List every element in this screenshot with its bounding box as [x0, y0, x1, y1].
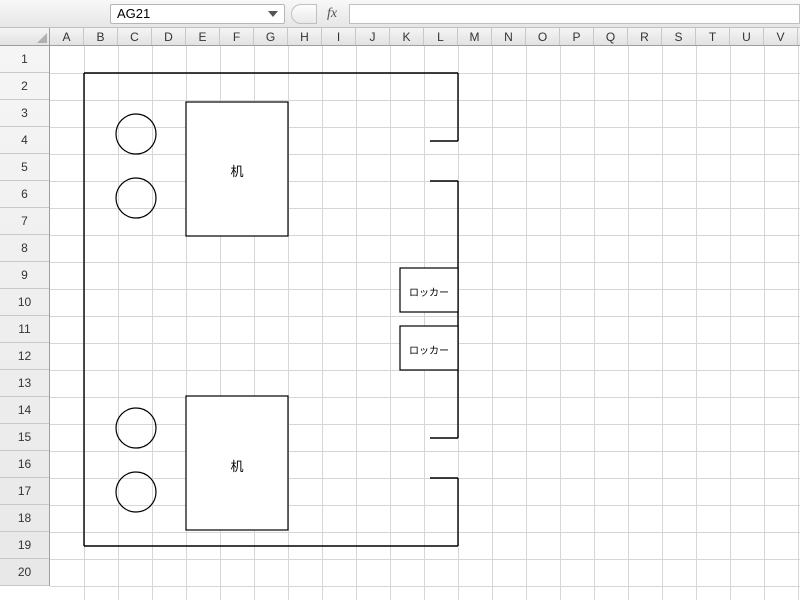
col-header[interactable]: Q: [594, 28, 628, 45]
fx-label[interactable]: fx: [321, 6, 343, 22]
row-header[interactable]: 6: [0, 181, 49, 208]
row-header[interactable]: 12: [0, 343, 49, 370]
col-header[interactable]: O: [526, 28, 560, 45]
row-header[interactable]: 7: [0, 208, 49, 235]
col-header[interactable]: L: [424, 28, 458, 45]
row-header[interactable]: 5: [0, 154, 49, 181]
col-header[interactable]: E: [186, 28, 220, 45]
formula-input[interactable]: [349, 4, 800, 24]
col-header[interactable]: C: [118, 28, 152, 45]
row-header[interactable]: 3: [0, 100, 49, 127]
row-header[interactable]: 18: [0, 505, 49, 532]
col-header[interactable]: S: [662, 28, 696, 45]
row-header[interactable]: 9: [0, 262, 49, 289]
column-headers[interactable]: A B C D E F G H I J K L M N O P Q R S T …: [50, 28, 800, 46]
select-all-corner[interactable]: [0, 28, 50, 46]
col-header[interactable]: R: [628, 28, 662, 45]
col-header[interactable]: T: [696, 28, 730, 45]
col-header[interactable]: H: [288, 28, 322, 45]
col-header[interactable]: P: [560, 28, 594, 45]
col-header[interactable]: V: [764, 28, 798, 45]
col-header[interactable]: B: [84, 28, 118, 45]
row-header[interactable]: 14: [0, 397, 49, 424]
row-header[interactable]: 11: [0, 316, 49, 343]
col-header[interactable]: F: [220, 28, 254, 45]
desk-label[interactable]: 机: [186, 161, 288, 180]
row-header[interactable]: 1: [0, 46, 49, 73]
row-header[interactable]: 4: [0, 127, 49, 154]
cancel-entry-button[interactable]: [291, 4, 317, 24]
name-box-value: AG21: [117, 6, 150, 21]
row-header[interactable]: 20: [0, 559, 49, 586]
row-header[interactable]: 15: [0, 424, 49, 451]
row-header[interactable]: 10: [0, 289, 49, 316]
row-header[interactable]: 19: [0, 532, 49, 559]
row-header[interactable]: 17: [0, 478, 49, 505]
row-header[interactable]: 16: [0, 451, 49, 478]
row-headers[interactable]: 1 2 3 4 5 6 7 8 9 10 11 12 13 14 15 16 1…: [0, 46, 50, 586]
desk-label[interactable]: 机: [186, 456, 288, 475]
locker-label[interactable]: ロッカー: [400, 284, 458, 299]
col-header[interactable]: M: [458, 28, 492, 45]
cell-grid[interactable]: [50, 46, 800, 600]
row-header[interactable]: 2: [0, 73, 49, 100]
col-header[interactable]: J: [356, 28, 390, 45]
fx-group: fx: [291, 4, 343, 24]
formula-bar: AG21 fx: [0, 0, 800, 28]
worksheet[interactable]: A B C D E F G H I J K L M N O P Q R S T …: [0, 28, 800, 600]
spreadsheet-app: AG21 fx A B C D E F G H I J K L M N O P: [0, 0, 800, 600]
col-header[interactable]: K: [390, 28, 424, 45]
name-box[interactable]: AG21: [110, 4, 285, 24]
col-header[interactable]: G: [254, 28, 288, 45]
col-header[interactable]: N: [492, 28, 526, 45]
col-header[interactable]: D: [152, 28, 186, 45]
chevron-down-icon[interactable]: [268, 11, 278, 17]
col-header[interactable]: U: [730, 28, 764, 45]
col-header[interactable]: A: [50, 28, 84, 45]
row-header[interactable]: 13: [0, 370, 49, 397]
locker-label[interactable]: ロッカー: [400, 342, 458, 357]
col-header[interactable]: I: [322, 28, 356, 45]
row-header[interactable]: 8: [0, 235, 49, 262]
